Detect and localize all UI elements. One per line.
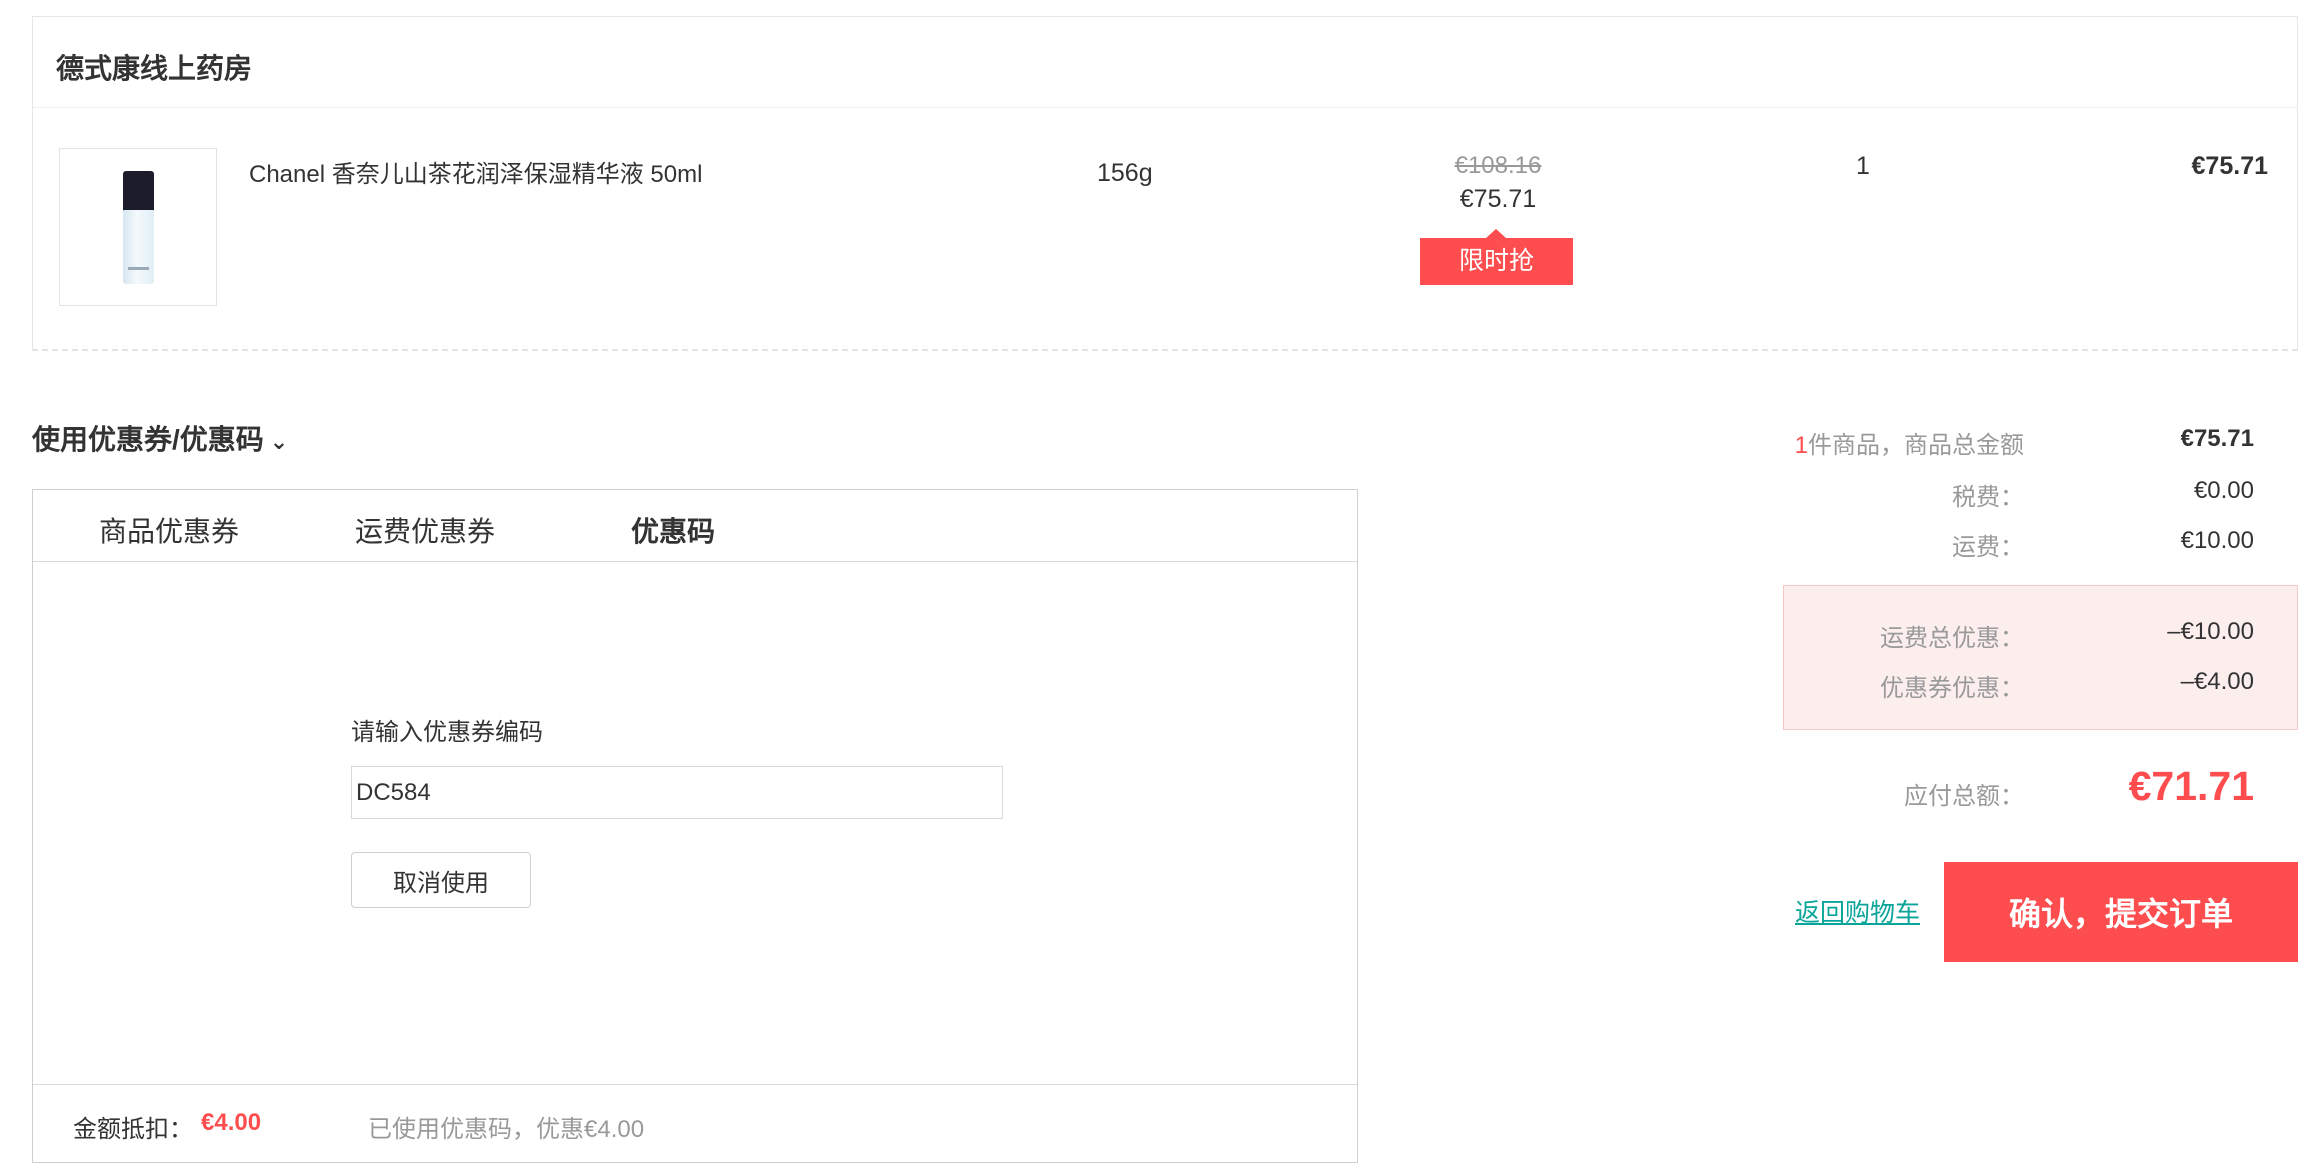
coupon-discount-label: 优惠券优惠： (1880, 675, 2024, 702)
product-original-price: €108.16 (1454, 152, 1542, 179)
flash-sale-badge-label: 限时抢 (1458, 247, 1534, 275)
tax-value: €0.00 (2193, 477, 2254, 504)
coupon-tabs: 商品优惠券 运费优惠券 优惠码 (33, 490, 1357, 562)
product-bottle-body (123, 210, 154, 284)
cancel-coupon-button[interactable]: 取消使用 (351, 852, 531, 908)
product-subtotal: €75.71 (2191, 152, 2268, 180)
coupon-section-title: 使用优惠券/优惠码 (32, 424, 264, 455)
product-bottle-label (128, 267, 149, 270)
product-quantity: 1 (1856, 152, 1870, 180)
back-to-cart-link[interactable]: 返回购物车 (1795, 893, 1920, 929)
item-count: 1 (1794, 432, 1808, 459)
coupon-footer: 金额抵扣： €4.00 已使用优惠码，优惠€4.00 (33, 1084, 1357, 1165)
store-order-block: 德式康线上药房 Chanel 香奈儿山茶花润泽保湿精华液 50ml 156g €… (32, 16, 2298, 351)
payable-label: 应付总额： (1904, 783, 2024, 810)
promo-code-input[interactable] (351, 766, 1003, 819)
product-price: €75.71 (1459, 185, 1537, 213)
product-bottle-image (123, 171, 154, 211)
tab-shipping-coupon[interactable]: 运费优惠券 (355, 510, 495, 550)
items-total-text: 件商品，商品总金额 (1808, 432, 2024, 459)
product-thumbnail[interactable] (59, 148, 217, 306)
tab-product-coupon[interactable]: 商品优惠券 (99, 510, 239, 550)
payable-total: €71.71 (2128, 763, 2254, 809)
shipping-label: 运费： (1952, 534, 2024, 561)
coupon-used-note: 已使用优惠码，优惠€4.00 (368, 1116, 645, 1143)
coupon-section-toggle[interactable]: 使用优惠券/优惠码 ⌄ (32, 418, 288, 458)
product-weight: 156g (1097, 159, 1153, 187)
store-header: 德式康线上药房 (33, 17, 2297, 108)
tab-promo-code[interactable]: 优惠码 (631, 510, 715, 550)
deduct-value: €4.00 (201, 1109, 262, 1136)
badge-pointer (1486, 229, 1506, 238)
items-total-label: 1件商品，商品总金额 (1524, 425, 2024, 460)
shipping-discount-value: –€10.00 (2167, 618, 2254, 645)
discount-box (1783, 585, 2298, 730)
flash-sale-badge: 限时抢 (1420, 229, 1573, 285)
tax-label: 税费： (1952, 484, 2024, 511)
deduct-label: 金额抵扣： (73, 1116, 193, 1143)
product-name[interactable]: Chanel 香奈儿山茶花润泽保湿精华液 50ml (249, 154, 702, 189)
coupon-discount-value: –€4.00 (2180, 668, 2254, 695)
chevron-down-icon: ⌄ (269, 429, 289, 454)
promo-code-label: 请输入优惠券编码 (351, 719, 543, 746)
shipping-value: €10.00 (2180, 527, 2254, 554)
coupon-panel: 商品优惠券 运费优惠券 优惠码 请输入优惠券编码 取消使用 金额抵扣： €4.0… (32, 489, 1358, 1163)
items-total-value: €75.71 (2180, 425, 2254, 452)
submit-order-button[interactable]: 确认，提交订单 (1944, 862, 2298, 962)
shipping-discount-label: 运费总优惠： (1880, 625, 2024, 652)
store-name: 德式康线上药房 (56, 53, 253, 84)
